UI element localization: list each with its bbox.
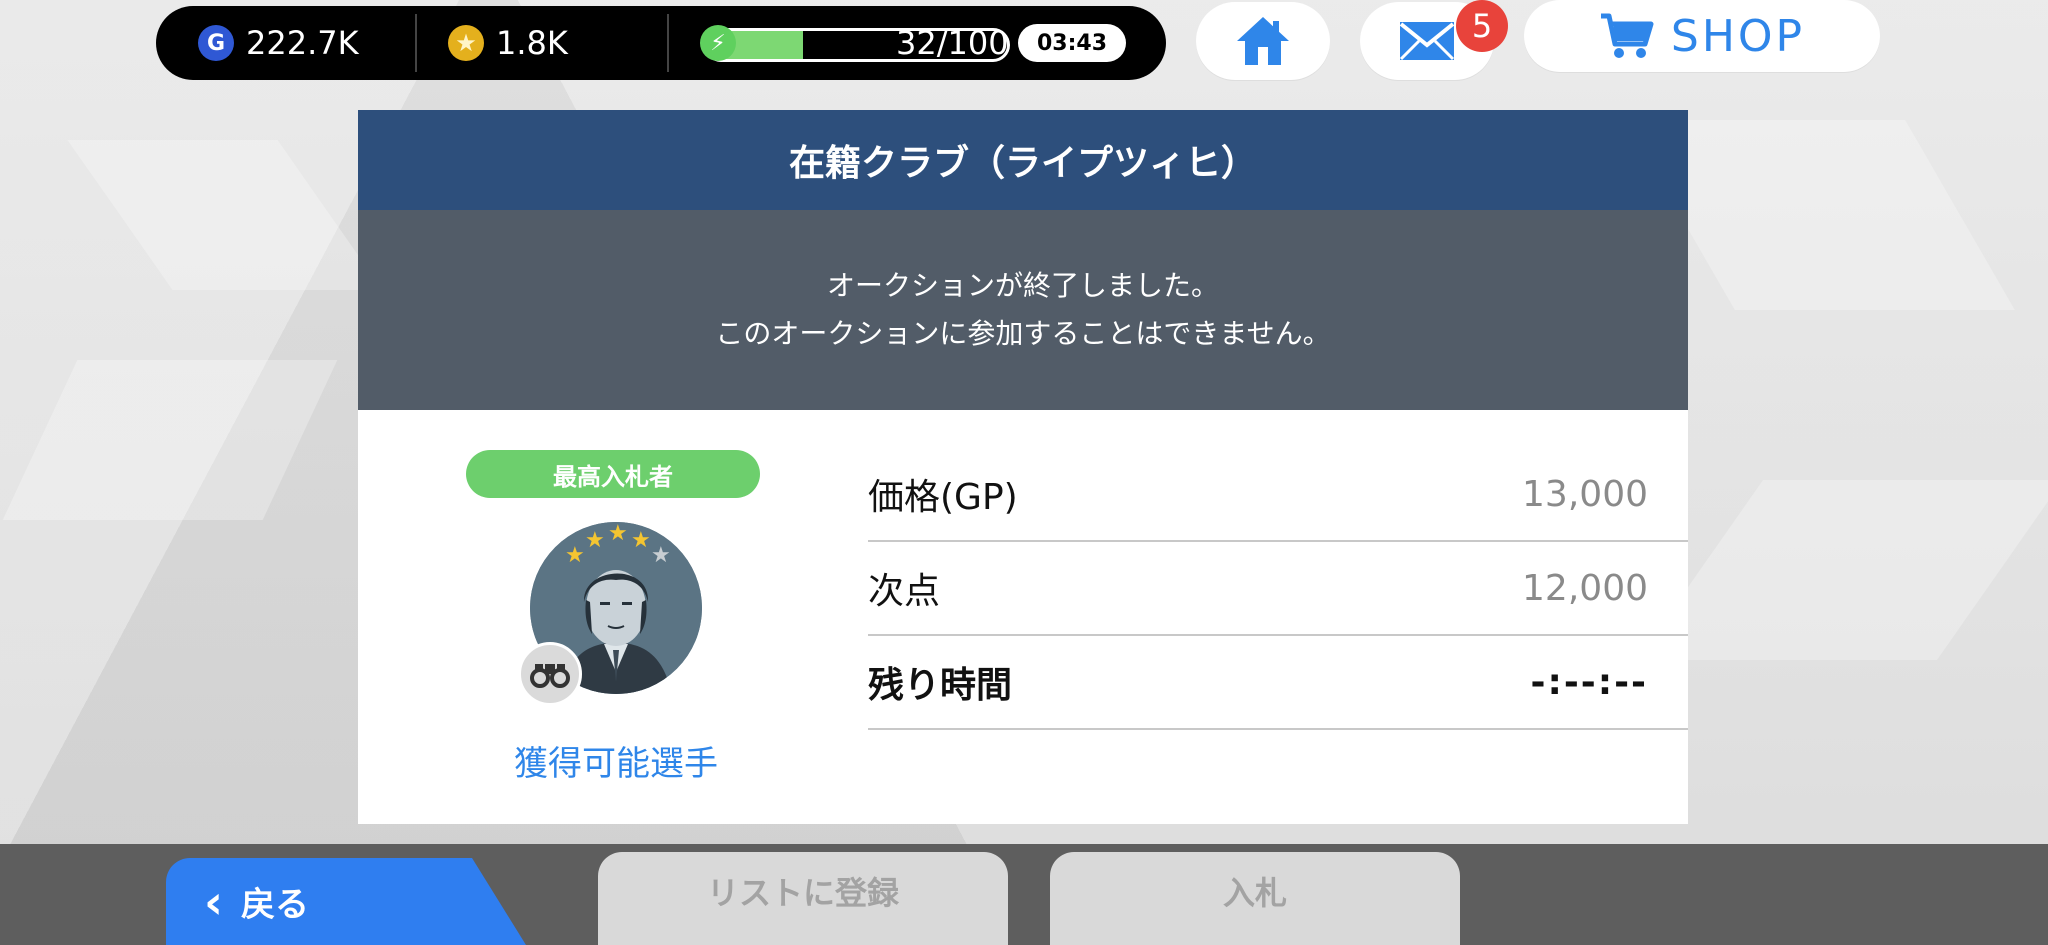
runner-up-value: 12,000 (1522, 567, 1648, 609)
add-to-list-label: リストに登録 (706, 874, 899, 912)
bid-label: 入札 (1222, 874, 1287, 912)
message-line-1: オークションが終了しました。 (826, 269, 1219, 302)
divider (415, 14, 417, 72)
energy-timer: 03:43 (1018, 24, 1126, 62)
avatar[interactable]: ★ ★ ★ ★ ★ (518, 522, 702, 706)
home-button[interactable] (1196, 2, 1330, 80)
mail-icon (1399, 22, 1455, 61)
svg-text:★: ★ (631, 528, 651, 553)
svg-text:★: ★ (565, 543, 585, 568)
back-label: 戻る (240, 885, 309, 925)
coin-value: 1.8K (496, 24, 568, 62)
binoculars-glyph (530, 664, 570, 688)
auction-dialog: 在籍クラブ（ライプツィヒ） オークションが終了しました。 このオークションに参加… (358, 110, 1688, 824)
dialog-title: 在籍クラブ（ライプツィヒ） (358, 110, 1688, 210)
star-coin-icon: ★ (448, 25, 484, 61)
shop-label: SHOP (1670, 10, 1806, 62)
bg-shape (2, 360, 338, 520)
runner-up-label: 次点 (868, 571, 941, 612)
energy-text: 32/100 (896, 24, 1009, 62)
gp-value: 222.7K (246, 24, 359, 62)
cart-icon (1600, 13, 1654, 58)
svg-text:★: ★ (651, 543, 671, 568)
binoculars-icon[interactable] (518, 642, 582, 706)
time-remaining-label: 残り時間 (868, 665, 1013, 706)
runner-up-row: 次点 12,000 (868, 542, 1688, 636)
gp-balance: G 222.7K (198, 6, 359, 80)
status-bar: G 222.7K ★ 1.8K ⚡ 32/100 03:43 (156, 6, 1166, 80)
message-line-2: このオークションに参加することはできません。 (715, 317, 1331, 350)
energy-count: 32/100 (896, 6, 1009, 80)
price-row: 価格(GP) 13,000 (868, 448, 1688, 542)
coin-balance: ★ 1.8K (448, 6, 568, 80)
bg-shape (1636, 480, 2048, 660)
obtainable-player-link[interactable]: 獲得可能選手 (436, 736, 796, 785)
highest-bidder-badge: 最高入札者 (466, 450, 760, 498)
svg-text:★: ★ (608, 522, 628, 546)
time-remaining-value: -:--:-- (1530, 661, 1648, 703)
divider (667, 14, 669, 72)
price-label: 価格(GP) (868, 477, 1018, 518)
energy-icon: ⚡ (700, 25, 736, 61)
bg-shape (67, 140, 383, 290)
gp-coin-icon: G (198, 25, 234, 61)
svg-text:★: ★ (585, 528, 605, 553)
time-remaining-row: 残り時間 -:--:-- (868, 636, 1688, 730)
energy-indicator: ⚡ (700, 6, 736, 80)
add-to-list-button[interactable]: リストに登録 (598, 852, 1008, 945)
bid-button[interactable]: 入札 (1050, 852, 1460, 945)
dialog-body: 最高入札者 ★ ★ ★ ★ ★ 獲得可能選手 価格(GP) 13,000 次点 … (358, 410, 1688, 824)
home-icon (1237, 17, 1289, 65)
auction-info-table: 価格(GP) 13,000 次点 12,000 残り時間 -:--:-- (868, 448, 1688, 730)
shop-button[interactable]: SHOP (1524, 0, 1880, 72)
price-value: 13,000 (1522, 473, 1648, 515)
dialog-message: オークションが終了しました。 このオークションに参加することはできません。 (358, 210, 1688, 410)
chevron-left-icon: ‹ (204, 874, 223, 929)
back-button[interactable]: ‹ 戻る (166, 858, 526, 945)
mail-badge: 5 (1456, 0, 1508, 52)
